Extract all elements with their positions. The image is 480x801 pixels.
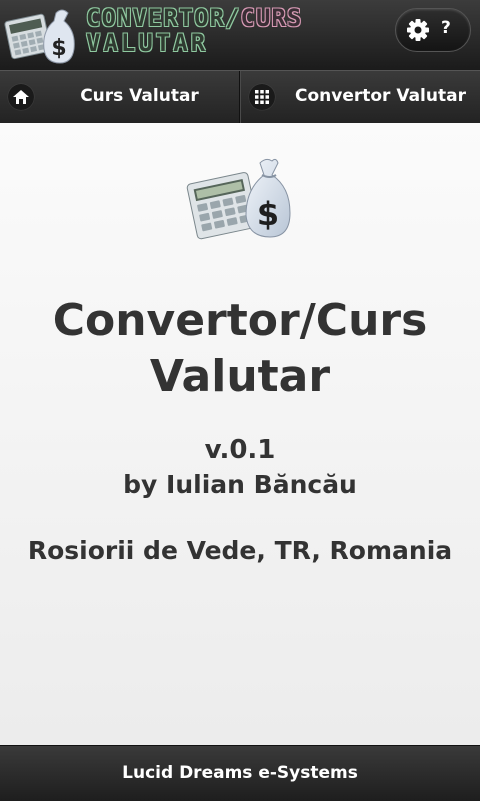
app-version: v.0.1 (204, 435, 276, 465)
gear-icon (407, 19, 429, 41)
footer-company: Lucid Dreams e-Systems (122, 763, 358, 783)
about-content: $ Convertor/Curs Valutar v.0.1 by Iulian… (0, 123, 480, 745)
grid-icon (249, 84, 275, 110)
help-icon: ? (441, 18, 451, 38)
tab-bar: Curs Valutar Convertor Valutar (0, 70, 480, 124)
tab-label: Convertor Valutar (295, 86, 466, 106)
home-icon (8, 84, 34, 110)
app-logo-text: CONVERTOR/CURS VALUTAR (86, 6, 302, 56)
svg-text:$: $ (51, 36, 66, 61)
app-footer: Lucid Dreams e-Systems (0, 745, 480, 801)
app-author: by Iulian Băncău (123, 470, 357, 499)
app-header: $ CONVERTOR/CURS VALUTAR ? (0, 0, 480, 71)
tab-convertor-valutar[interactable]: Convertor Valutar (240, 71, 480, 123)
app-title-line-1: Convertor/Curs (52, 295, 428, 346)
calculator-money-bag-icon: $ (186, 158, 291, 240)
settings-help-button[interactable]: ? (395, 8, 471, 52)
tab-label: Curs Valutar (80, 86, 199, 106)
tab-curs-valutar[interactable]: Curs Valutar (0, 71, 240, 123)
app-title: Convertor/Curs Valutar (0, 293, 480, 405)
app-title-line-2: Valutar (149, 351, 331, 402)
svg-text:$: $ (257, 195, 279, 233)
author-location: Rosiorii de Vede, TR, Romania (27, 536, 453, 565)
logo-line-1: CONVERTOR/CURS (86, 4, 303, 32)
calculator-money-bag-icon: $ (4, 9, 75, 64)
logo-line-2: VALUTAR (86, 29, 209, 57)
